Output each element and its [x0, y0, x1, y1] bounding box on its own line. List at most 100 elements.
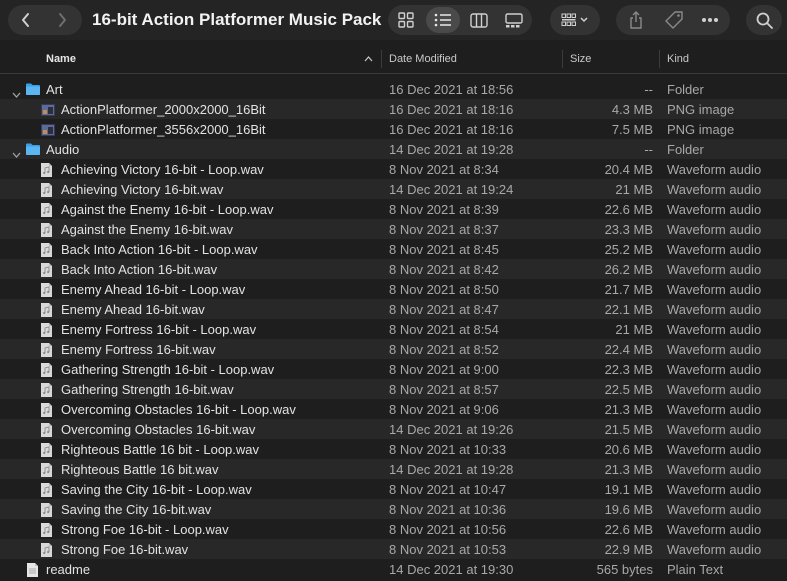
file-size: 21.7 MB: [604, 282, 653, 297]
file-row[interactable]: Righteous Battle 16 bit.wav 14 Dec 2021 a…: [0, 459, 787, 479]
file-name: Against the Enemy 16-bit - Loop.wav: [61, 202, 274, 217]
file-kind: Waveform audio: [667, 382, 762, 397]
list-view-icon: [434, 13, 451, 27]
file-row[interactable]: Overcoming Obstacles 16-bit - Loop.wav 8 …: [0, 399, 787, 419]
file-row[interactable]: Enemy Ahead 16-bit - Loop.wav 8 Nov 2021 …: [0, 279, 787, 299]
file-size: 22.6 MB: [604, 522, 653, 537]
column-divider[interactable]: [659, 50, 660, 68]
kind-column-header[interactable]: Kind: [667, 53, 689, 65]
folder-icon: [25, 82, 41, 99]
size-column-header[interactable]: Size: [570, 53, 591, 65]
forward-button[interactable]: [50, 5, 74, 35]
file-row[interactable]: Saving the City 16-bit.wav 8 Nov 2021 at …: [0, 499, 787, 519]
file-kind: Folder: [667, 82, 704, 97]
column-divider[interactable]: [562, 50, 563, 68]
group-button[interactable]: [556, 5, 596, 35]
file-date: 14 Dec 2021 at 19:28: [389, 462, 514, 477]
file-date: 8 Nov 2021 at 10:33: [389, 442, 507, 457]
folder-row[interactable]: Art 16 Dec 2021 at 18:56 -- Folder: [0, 79, 787, 99]
back-button[interactable]: [14, 5, 38, 35]
chevron-right-icon: [59, 13, 66, 27]
file-row[interactable]: Righteous Battle 16 bit - Loop.wav 8 Nov …: [0, 439, 787, 459]
list-view-button[interactable]: [426, 7, 460, 33]
file-size: 20.6 MB: [604, 442, 653, 457]
file-name: Righteous Battle 16 bit - Loop.wav: [61, 442, 260, 457]
file-row[interactable]: ActionPlatformer_3556x2000_16Bit 16 Dec 2…: [0, 119, 787, 139]
file-name: Enemy Fortress 16-bit.wav: [61, 342, 216, 357]
file-date: 8 Nov 2021 at 10:56: [389, 522, 507, 537]
file-size: 22.9 MB: [604, 542, 653, 557]
toolbar: 16-bit Action Platformer Music Pack: [0, 0, 787, 40]
file-row[interactable]: Enemy Fortress 16-bit.wav 8 Nov 2021 at 8…: [0, 339, 787, 359]
file-size: 19.6 MB: [604, 502, 653, 517]
column-view-icon: [470, 12, 488, 28]
folder-row[interactable]: Audio 14 Dec 2021 at 19:28 -- Folder: [0, 139, 787, 159]
file-name: Gathering Strength 16-bit - Loop.wav: [61, 362, 275, 377]
file-row[interactable]: Achieving Victory 16-bit - Loop.wav 8 Nov…: [0, 159, 787, 179]
file-date: 8 Nov 2021 at 10:53: [389, 542, 507, 557]
search-button[interactable]: [750, 5, 778, 35]
file-kind: Waveform audio: [667, 242, 762, 257]
file-kind: Waveform audio: [667, 302, 762, 317]
file-date: 14 Dec 2021 at 19:24: [389, 182, 514, 197]
share-icon: [630, 11, 642, 29]
file-size: 22.6 MB: [604, 202, 653, 217]
file-size: 4.3 MB: [611, 102, 653, 117]
tag-button[interactable]: [660, 5, 688, 35]
file-name: Against the Enemy 16-bit.wav: [61, 222, 233, 237]
share-button[interactable]: [622, 5, 650, 35]
name-column-header[interactable]: Name: [46, 53, 76, 65]
file-name: readme: [46, 562, 91, 577]
chevron-left-icon: [22, 13, 29, 27]
file-name: ActionPlatformer_2000x2000_16Bit: [61, 102, 266, 117]
file-row[interactable]: Enemy Fortress 16-bit - Loop.wav 8 Nov 20…: [0, 319, 787, 339]
file-row[interactable]: readme 14 Dec 2021 at 19:30 565 bytes Plain…: [0, 559, 787, 579]
file-date: 8 Nov 2021 at 8:34: [389, 162, 499, 177]
file-row[interactable]: ActionPlatformer_2000x2000_16Bit 16 Dec 2…: [0, 99, 787, 119]
file-row[interactable]: Saving the City 16-bit - Loop.wav 8 Nov 2…: [0, 479, 787, 499]
file-name: Achieving Victory 16-bit.wav: [61, 182, 224, 197]
file-row[interactable]: Against the Enemy 16-bit.wav 8 Nov 2021 a…: [0, 219, 787, 239]
file-size: 21 MB: [615, 322, 653, 337]
file-kind: Plain Text: [667, 562, 724, 577]
file-kind: Waveform audio: [667, 542, 762, 557]
file-size: 21.3 MB: [604, 462, 653, 477]
column-header: Name Date Modified Size Kind: [0, 45, 787, 74]
more-button[interactable]: [696, 5, 724, 35]
file-row[interactable]: Overcoming Obstacles 16-bit.wav 14 Dec 20…: [0, 419, 787, 439]
file-size: 565 bytes: [596, 562, 653, 577]
file-date: 16 Dec 2021 at 18:16: [389, 122, 514, 137]
column-divider[interactable]: [381, 50, 382, 68]
file-row[interactable]: Back Into Action 16-bit.wav 8 Nov 2021 at…: [0, 259, 787, 279]
file-date: 8 Nov 2021 at 8:57: [389, 382, 499, 397]
file-date: 8 Nov 2021 at 10:36: [389, 502, 507, 517]
file-row[interactable]: Strong Foe 16-bit.wav 8 Nov 2021 at 10:53…: [0, 539, 787, 559]
date-column-header[interactable]: Date Modified: [389, 53, 457, 65]
file-name: Overcoming Obstacles 16-bit - Loop.wav: [61, 402, 296, 417]
file-size: 22.3 MB: [604, 362, 653, 377]
file-row[interactable]: Gathering Strength 16-bit.wav 8 Nov 2021 …: [0, 379, 787, 399]
gallery-view-button[interactable]: [500, 5, 528, 35]
file-date: 8 Nov 2021 at 8:42: [389, 262, 499, 277]
file-row[interactable]: Gathering Strength 16-bit - Loop.wav 8 No…: [0, 359, 787, 379]
file-row[interactable]: Strong Foe 16-bit - Loop.wav 8 Nov 2021 a…: [0, 519, 787, 539]
window-title: 16-bit Action Platformer Music Pack: [92, 10, 382, 29]
file-size: 21.3 MB: [604, 402, 653, 417]
file-date: 8 Nov 2021 at 8:45: [389, 242, 499, 257]
icon-view-button[interactable]: [392, 5, 420, 35]
file-row[interactable]: Back Into Action 16-bit - Loop.wav 8 Nov …: [0, 239, 787, 259]
file-kind: Waveform audio: [667, 262, 762, 277]
file-date: 8 Nov 2021 at 8:47: [389, 302, 499, 317]
column-view-button[interactable]: [466, 5, 492, 35]
file-date: 8 Nov 2021 at 8:50: [389, 282, 499, 297]
file-row[interactable]: Achieving Victory 16-bit.wav 14 Dec 2021 …: [0, 179, 787, 199]
file-kind: Folder: [667, 142, 704, 157]
folder-icon: [25, 142, 41, 159]
file-row[interactable]: Against the Enemy 16-bit - Loop.wav 8 Nov…: [0, 199, 787, 219]
file-name: Enemy Ahead 16-bit.wav: [61, 302, 205, 317]
file-row[interactable]: Enemy Ahead 16-bit.wav 8 Nov 2021 at 8:47…: [0, 299, 787, 319]
file-name: Enemy Fortress 16-bit - Loop.wav: [61, 322, 257, 337]
file-size: 23.3 MB: [604, 222, 653, 237]
file-date: 14 Dec 2021 at 19:28: [389, 142, 514, 157]
file-date: 8 Nov 2021 at 8:52: [389, 342, 499, 357]
